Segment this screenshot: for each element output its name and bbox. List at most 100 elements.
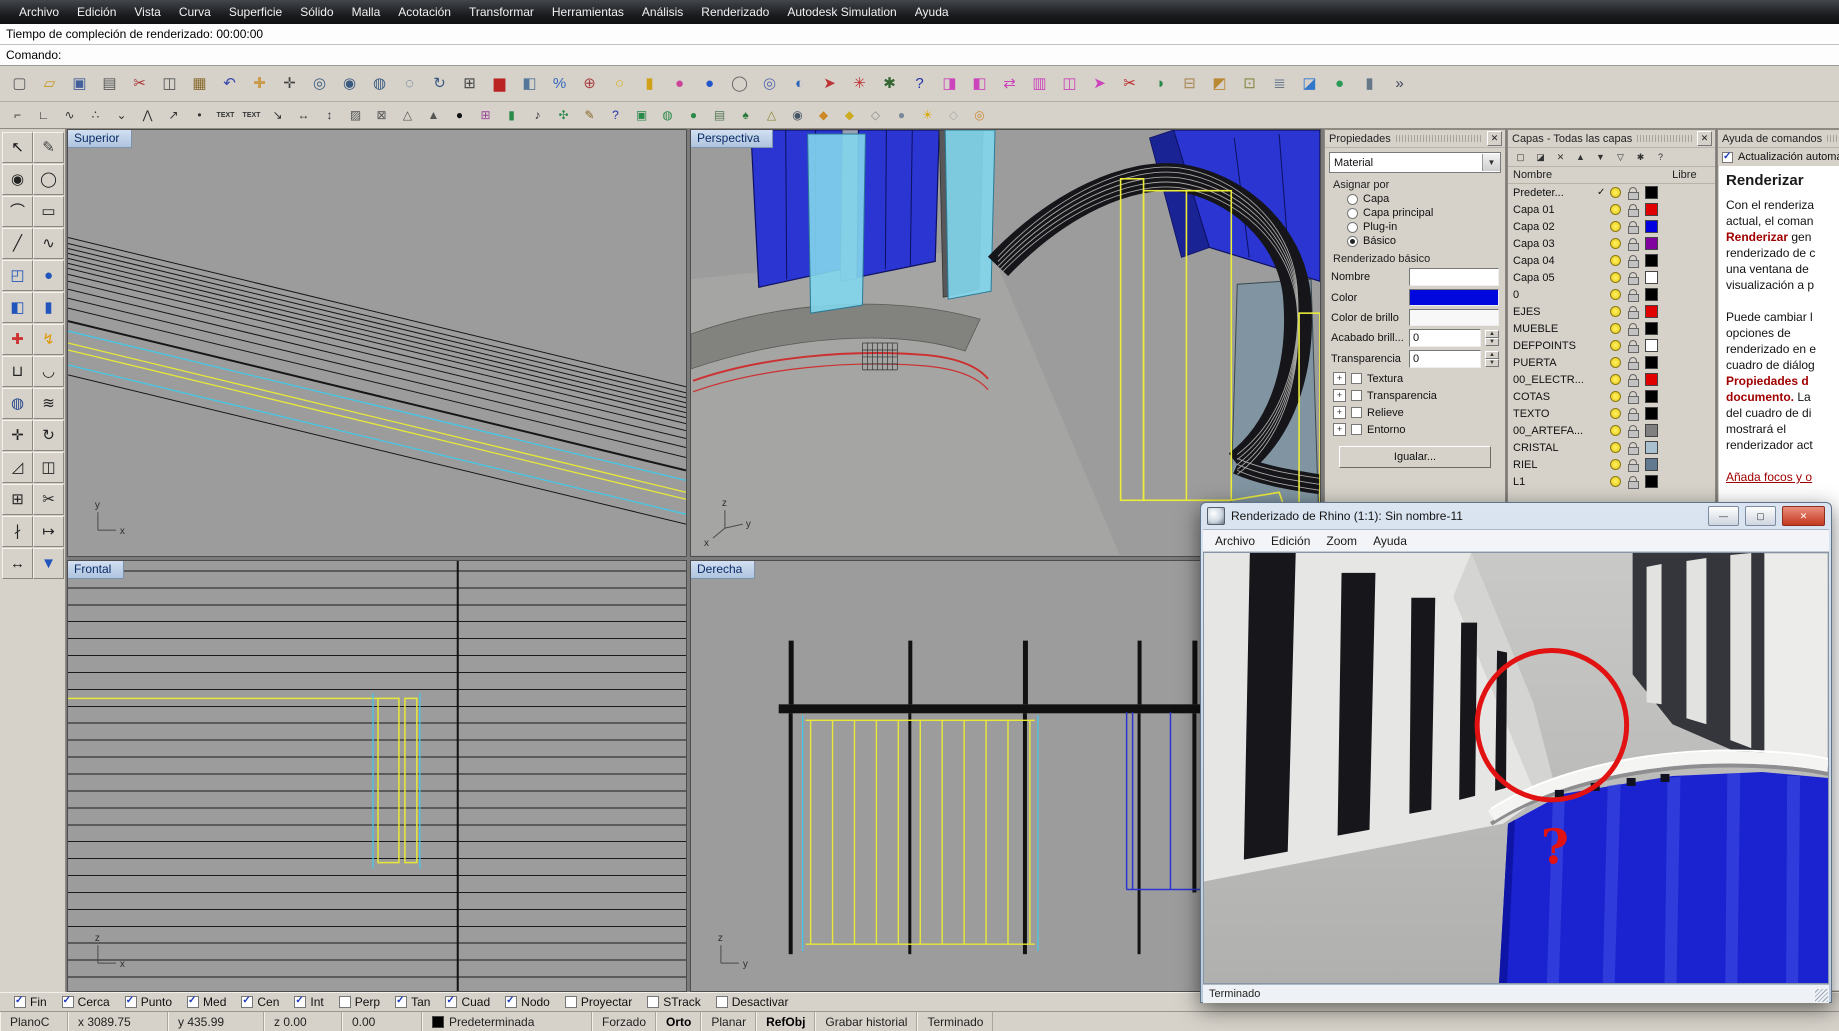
cut-red-icon[interactable]: ✂ bbox=[1115, 69, 1144, 98]
fillet-tool-icon[interactable]: ◡ bbox=[33, 356, 64, 387]
line-tool-icon[interactable]: ╱ bbox=[2, 228, 33, 259]
properties-type-dropdown[interactable]: Material ▼ bbox=[1329, 152, 1501, 173]
layer-name[interactable]: RIEL bbox=[1513, 459, 1597, 471]
pencil-edit-icon[interactable]: ✎ bbox=[577, 103, 602, 127]
spinner-down-icon[interactable]: ▼ bbox=[1485, 359, 1499, 367]
cplane-cell[interactable]: PlanoC bbox=[0, 1012, 68, 1031]
layer-color-swatch[interactable] bbox=[1645, 441, 1658, 454]
rotate-view-icon[interactable]: ↻ bbox=[425, 69, 454, 98]
shaded-view-icon[interactable]: ◧ bbox=[515, 69, 544, 98]
menu-item[interactable]: Herramientas bbox=[543, 0, 633, 24]
layer-lock-icon[interactable] bbox=[1627, 288, 1639, 302]
menu-item[interactable]: Sólido bbox=[291, 0, 342, 24]
expand-plus-icon[interactable]: + bbox=[1333, 372, 1346, 385]
layer-color-swatch[interactable] bbox=[1645, 475, 1658, 488]
layer-name[interactable]: Capa 02 bbox=[1513, 221, 1597, 233]
curve-edit-icon[interactable]: ∿ bbox=[57, 103, 82, 127]
viewport-title-perspectiva[interactable]: Perspectiva bbox=[691, 130, 773, 148]
status-toggle[interactable]: Terminado bbox=[917, 1012, 994, 1031]
cylinder-tool-icon[interactable]: ▮ bbox=[1355, 69, 1384, 98]
layer-visibility-bulb-icon[interactable] bbox=[1610, 425, 1621, 436]
box-tool-icon[interactable]: ◧ bbox=[2, 292, 33, 323]
column-name-header[interactable]: Nombre bbox=[1513, 169, 1552, 181]
world-globe-icon[interactable]: ◑ bbox=[1145, 69, 1174, 98]
layer-name[interactable]: DEFPOINTS bbox=[1513, 340, 1597, 352]
checkbox[interactable] bbox=[1722, 151, 1733, 163]
layer-visibility-bulb-icon[interactable] bbox=[1610, 255, 1621, 266]
status-toggle[interactable]: Planar bbox=[701, 1012, 757, 1031]
globe-green-icon[interactable]: ◍ bbox=[655, 103, 680, 127]
panel-drag-dots[interactable] bbox=[1827, 135, 1839, 142]
extend-tool-icon[interactable]: ↦ bbox=[33, 516, 64, 547]
layer-visibility-bulb-icon[interactable] bbox=[1610, 374, 1621, 385]
close-icon[interactable]: ✕ bbox=[1487, 131, 1502, 146]
layer-visibility-bulb-icon[interactable] bbox=[1610, 391, 1621, 402]
expand-plus-icon[interactable]: + bbox=[1333, 389, 1346, 402]
osnap-toggle[interactable]: Proyectar bbox=[564, 995, 632, 1009]
layer-color-swatch[interactable] bbox=[1645, 424, 1658, 437]
bottle-green-icon[interactable]: ▮ bbox=[499, 103, 524, 127]
layer-color-swatch[interactable] bbox=[1645, 186, 1658, 199]
layer-name[interactable]: Capa 04 bbox=[1513, 255, 1597, 267]
viewport-superior[interactable]: y x Superior bbox=[67, 129, 687, 557]
dim-vertical-icon[interactable]: ↕ bbox=[317, 103, 342, 127]
leader-tool-icon[interactable]: ↘ bbox=[265, 103, 290, 127]
osnap-checkbox[interactable] bbox=[14, 995, 26, 1008]
radio-button[interactable] bbox=[1347, 221, 1358, 233]
trim-tool-icon[interactable]: ✂ bbox=[33, 484, 64, 515]
show-object-icon[interactable]: ◧ bbox=[965, 69, 994, 98]
offset-tool-icon[interactable]: ≋ bbox=[33, 388, 64, 419]
copy-icon[interactable]: ◫ bbox=[155, 69, 184, 98]
layer-color-swatch[interactable] bbox=[1645, 407, 1658, 420]
new-layer-icon[interactable]: ▢ bbox=[1512, 149, 1529, 165]
menu-item[interactable]: Edición bbox=[1263, 534, 1318, 548]
layer-visibility-bulb-icon[interactable] bbox=[1610, 476, 1621, 487]
box-edit-icon[interactable]: ⊠ bbox=[369, 103, 394, 127]
minimize-button[interactable]: — bbox=[1708, 506, 1739, 526]
osnap-toggle[interactable]: Cerca bbox=[61, 995, 110, 1009]
menu-item[interactable]: Malla bbox=[343, 0, 390, 24]
layer-row[interactable]: 00_ELECTR... ✓ bbox=[1508, 371, 1715, 388]
osnap-toggle[interactable]: STrack bbox=[647, 995, 701, 1009]
layer-name[interactable]: TEXTO bbox=[1513, 408, 1597, 420]
split-tool-icon[interactable]: ∤ bbox=[2, 516, 33, 547]
layer-row[interactable]: Capa 04 ✓ bbox=[1508, 252, 1715, 269]
layer-name[interactable]: PUERTA bbox=[1513, 357, 1597, 369]
check-circle-icon[interactable]: ◎ bbox=[967, 103, 992, 127]
layer-visibility-bulb-icon[interactable] bbox=[1610, 442, 1621, 453]
curve-tool-icon[interactable]: ∿ bbox=[33, 228, 64, 259]
volume-tool-icon[interactable]: ▲ bbox=[421, 103, 446, 127]
stopwatch-icon[interactable]: ● bbox=[447, 103, 472, 127]
diamond-orange-icon[interactable]: ◆ bbox=[811, 103, 836, 127]
expand-plus-icon[interactable]: + bbox=[1333, 406, 1346, 419]
paste-icon[interactable]: ▦ bbox=[185, 69, 214, 98]
new-sublayer-icon[interactable]: ◪ bbox=[1532, 149, 1549, 165]
layer-name[interactable]: 00_ARTEFA... bbox=[1513, 425, 1597, 437]
layer-help-icon[interactable]: ? bbox=[1652, 149, 1669, 165]
menu-item[interactable]: Renderizado bbox=[692, 0, 778, 24]
globe-view-icon[interactable]: ◐ bbox=[785, 69, 814, 98]
spinner-up-icon[interactable]: ▲ bbox=[1485, 351, 1499, 359]
lock-toggle-icon[interactable]: ▮ bbox=[635, 69, 664, 98]
layer-lock-icon[interactable] bbox=[1627, 424, 1639, 438]
menu-item[interactable]: Curva bbox=[170, 0, 220, 24]
layer-color-swatch[interactable] bbox=[1645, 237, 1658, 250]
sphere-green-icon[interactable]: ● bbox=[681, 103, 706, 127]
osnap-checkbox[interactable] bbox=[187, 995, 200, 1008]
gloss-spinner[interactable]: ▲ ▼ bbox=[1485, 330, 1499, 346]
radio-button[interactable] bbox=[1347, 193, 1358, 205]
layer-lock-icon[interactable] bbox=[1627, 220, 1639, 234]
layer-row[interactable]: Predeter... ✓ bbox=[1508, 184, 1715, 201]
arc-tool-icon[interactable]: ⌒ bbox=[2, 196, 33, 227]
percent-scale-icon[interactable]: % bbox=[545, 69, 574, 98]
detail-checkbox[interactable] bbox=[1351, 373, 1362, 384]
status-toggle[interactable]: Grabar historial bbox=[815, 1012, 918, 1031]
layer-visibility-bulb-icon[interactable] bbox=[1610, 221, 1621, 232]
layer-name[interactable]: 00_ELECTR... bbox=[1513, 374, 1597, 386]
osnap-checkbox[interactable] bbox=[61, 995, 74, 1008]
layer-name[interactable]: MUEBLE bbox=[1513, 323, 1597, 335]
text-style-icon[interactable]: TEXT bbox=[239, 103, 264, 127]
layer-lock-icon[interactable] bbox=[1627, 305, 1639, 319]
join-tool-icon[interactable]: ⊔ bbox=[2, 356, 33, 387]
layer-row[interactable]: RIEL ✓ bbox=[1508, 456, 1715, 473]
